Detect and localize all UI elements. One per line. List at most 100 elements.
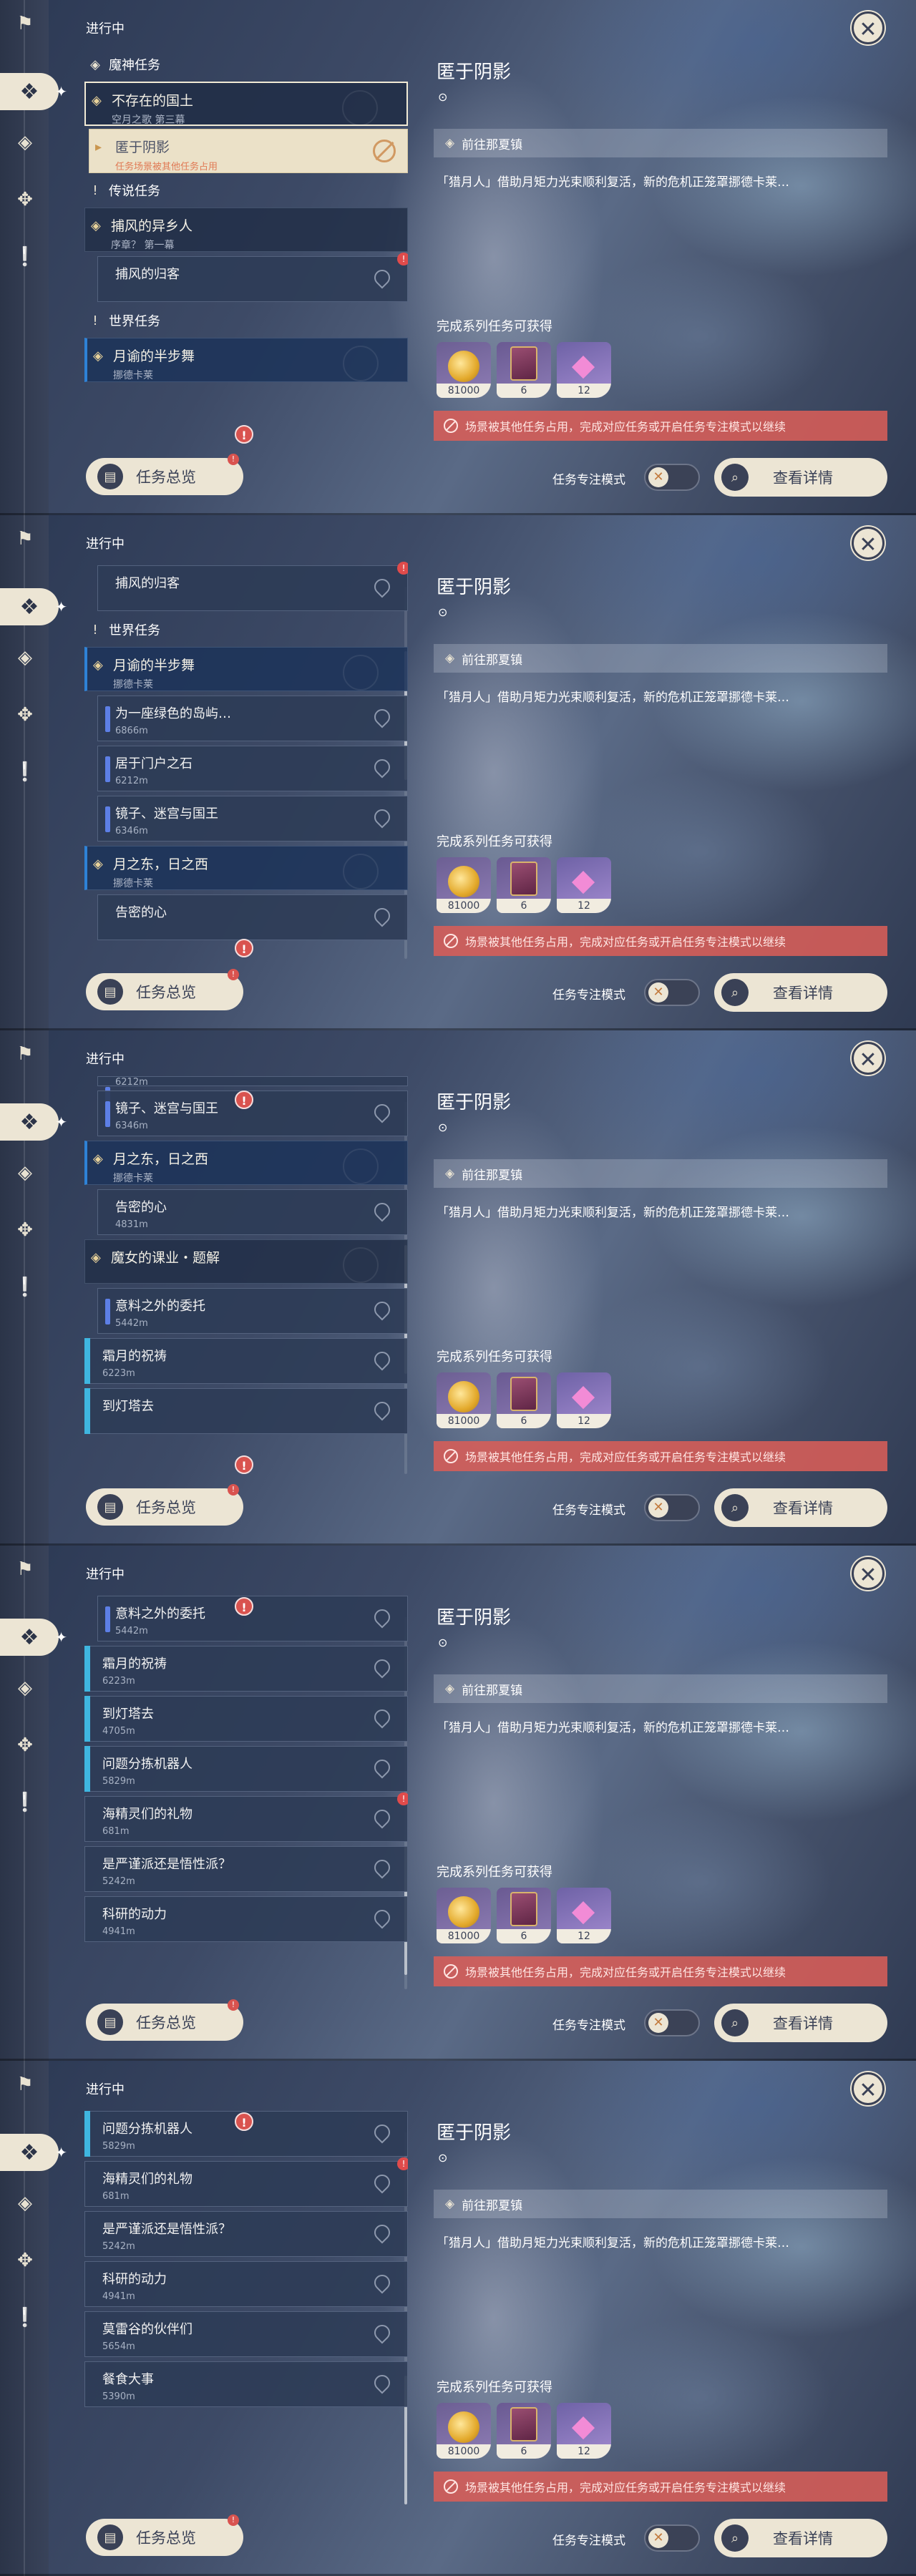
reward-item[interactable]: 6 — [497, 342, 551, 398]
world-quest-icon[interactable]: ❕ — [11, 1274, 39, 1301]
quest-list[interactable]: ◈ 魔神任务 ◈ 不存在的国土 空月之歌 第三幕 ▸ 匿于阴影 任务场景被其他任务占用 !… — [84, 50, 408, 451]
reward-item[interactable]: 81000 — [437, 1888, 491, 1943]
subquest-item[interactable]: 海精灵们的礼物 681m! — [84, 2157, 408, 2207]
archon-quest-icon[interactable]: ◈ — [11, 2190, 39, 2217]
subquest-item[interactable]: 莫雷谷的伙伴们 5654m — [84, 2311, 408, 2357]
quest-book-icon[interactable]: ⚑ — [11, 525, 39, 552]
subquest-item[interactable]: 告密的心 — [97, 894, 408, 940]
archon-quest-icon[interactable]: ◈ — [11, 1159, 39, 1186]
subquest-item[interactable]: 意料之外的委托 5442m — [97, 1288, 408, 1334]
archon-quest-icon[interactable]: ◈ — [11, 1674, 39, 1702]
quest-book-icon[interactable]: ⚑ — [11, 10, 39, 37]
subquest-item[interactable]: 霜月的祝祷 6223m — [84, 1646, 408, 1692]
subquest-item[interactable]: 霜月的祝祷 6223m — [84, 1338, 408, 1384]
focus-mode-label: 任务专注模式 — [552, 1503, 625, 1518]
quest-overview-button[interactable]: ▤ 任务总览! — [86, 2514, 243, 2556]
subquest-item[interactable]: 问题分拣机器人 5829m — [84, 1746, 408, 1792]
view-details-button[interactable]: ⌕ 查看详情 — [714, 1488, 887, 1527]
subquest-title: 捕风的归客 — [115, 576, 180, 591]
overview-icon: ▤ — [97, 2524, 123, 2550]
archon-quest-icon[interactable]: ◈ — [11, 644, 39, 671]
close-button[interactable]: ✕ — [852, 2072, 885, 2105]
subquest-item[interactable]: 告密的心 4831m — [97, 1189, 408, 1235]
view-details-button[interactable]: ⌕ 查看详情 — [714, 2519, 887, 2557]
subquest-item[interactable]: 到灯塔去 4705m — [84, 1696, 408, 1742]
subquest-item[interactable]: 为一座绿色的岛屿… 6866m — [97, 696, 408, 741]
close-button[interactable]: ✕ — [852, 1042, 885, 1075]
reward-item[interactable]: ◆ 12 — [557, 2403, 611, 2459]
story-quest-icon[interactable]: ✥ — [11, 186, 39, 213]
view-details-button[interactable]: ⌕ 查看详情 — [714, 2004, 887, 2042]
reward-item[interactable]: 6 — [497, 2403, 551, 2459]
subquest-item[interactable]: 居于门户之石 6212m — [97, 746, 408, 791]
all-quests-icon[interactable]: ❖ — [0, 1103, 67, 1141]
quest-item[interactable]: ◈ 捕风的异乡人 序章？ 第一幕 — [84, 208, 408, 252]
category-archon: ◈ 魔神任务 — [84, 50, 408, 79]
focus-mode-toggle[interactable]: ✕ — [644, 464, 700, 491]
world-quest-icon[interactable]: ❕ — [11, 758, 39, 786]
reward-item[interactable]: ◆ 12 — [557, 857, 611, 913]
quest-list[interactable]: 捕风的归客! ! 世界任务 ◈ 月谕的半步舞 挪德卡莱 为一座绿色的岛屿… 6866m … — [84, 561, 408, 962]
reward-item[interactable]: 6 — [497, 857, 551, 913]
world-quest-icon[interactable]: ❕ — [11, 1789, 39, 1816]
close-button[interactable]: ✕ — [852, 1557, 885, 1590]
view-details-button[interactable]: ⌕ 查看详情 — [714, 973, 887, 1012]
close-button[interactable]: ✕ — [852, 527, 885, 560]
subquest-item[interactable]: 镜子、迷宫与国王 6346m — [97, 796, 408, 841]
quest-item[interactable]: ◈ 魔女的课业・题解 — [84, 1239, 408, 1284]
subquest-item[interactable]: 到灯塔去 — [84, 1388, 408, 1434]
close-button[interactable]: ✕ — [852, 11, 885, 44]
story-quest-icon[interactable]: ✥ — [11, 1216, 39, 1244]
quest-overview-button[interactable]: ▤ 任务总览! — [86, 1484, 243, 1526]
quest-item[interactable]: ◈ 月之东，日之西 挪德卡莱 — [84, 846, 408, 890]
quest-book-icon[interactable]: ⚑ — [11, 2071, 39, 2098]
world-quest-icon[interactable]: ❕ — [11, 243, 39, 270]
quest-item[interactable]: ◈ 月谕的半步舞 挪德卡莱 — [84, 647, 408, 691]
focus-mode-toggle[interactable]: ✕ — [644, 2524, 700, 2552]
quest-list[interactable]: 意料之外的委托 5442m 霜月的祝祷 6223m 到灯塔去 4705m 问题分拣机器… — [84, 1591, 408, 1992]
subquest-item[interactable]: 海精灵们的礼物 681m! — [84, 1792, 408, 1842]
reward-item[interactable]: 81000 — [437, 1372, 491, 1428]
reward-item[interactable]: 6 — [497, 1888, 551, 1943]
focus-mode-toggle[interactable]: ✕ — [644, 979, 700, 1006]
reward-item[interactable]: 6 — [497, 1372, 551, 1428]
all-quests-icon[interactable]: ❖ — [0, 73, 67, 110]
reward-item[interactable]: ◆ 12 — [557, 1372, 611, 1428]
reward-item[interactable]: 81000 — [437, 857, 491, 913]
quest-item[interactable]: ◈ 月之东，日之西 挪德卡莱 — [84, 1141, 408, 1185]
quest-item[interactable]: ◈ 不存在的国土 空月之歌 第三幕 — [84, 82, 408, 126]
focus-mode-toggle[interactable]: ✕ — [644, 1494, 700, 1521]
story-quest-icon[interactable]: ✥ — [11, 1732, 39, 1759]
subquest-item[interactable]: 科研的动力 4941m — [84, 1896, 408, 1942]
all-quests-icon[interactable]: ❖ — [0, 1619, 67, 1656]
reward-item[interactable]: ◆ 12 — [557, 342, 611, 398]
quest-item-selected[interactable]: ▸ 匿于阴影 任务场景被其他任务占用 — [89, 129, 408, 173]
subquest-item[interactable]: 6212m — [97, 1076, 408, 1113]
archon-quest-icon[interactable]: ◈ — [11, 129, 39, 156]
subquest-item[interactable]: 捕风的归客! — [97, 562, 408, 611]
reward-item[interactable]: 81000 — [437, 2403, 491, 2459]
reward-item[interactable]: ◆ 12 — [557, 1888, 611, 1943]
subquest-item[interactable]: 餐食大事 5390m — [84, 2361, 408, 2407]
reward-item[interactable]: 81000 — [437, 342, 491, 398]
subquest-item[interactable]: 是严谨派还是悟性派？ 5242m — [84, 1846, 408, 1892]
emblem-icon — [343, 1148, 379, 1184]
view-details-button[interactable]: ⌕ 查看详情 — [714, 458, 887, 497]
quest-overview-button[interactable]: ▤ 任务总览! — [86, 1999, 243, 2041]
story-quest-icon[interactable]: ✥ — [11, 2247, 39, 2274]
all-quests-icon[interactable]: ❖ — [0, 588, 67, 625]
story-quest-icon[interactable]: ✥ — [11, 701, 39, 728]
subquest-item[interactable]: 是严谨派还是悟性派？ 5242m — [84, 2211, 408, 2257]
world-quest-icon[interactable]: ❕ — [11, 2304, 39, 2331]
quest-overview-button[interactable]: ▤ 任务总览! — [86, 969, 243, 1010]
subquest-item[interactable]: 捕风的归客! — [97, 253, 408, 302]
quest-overview-button[interactable]: ▤ 任务总览! — [86, 454, 243, 495]
quest-item[interactable]: ◈ 月谕的半步舞 挪德卡莱 — [84, 338, 408, 382]
quest-book-icon[interactable]: ⚑ — [11, 1556, 39, 1583]
quest-list[interactable]: 6212m 镜子、迷宫与国王 6346m ◈ 月之东，日之西 挪德卡莱 告密的心 483… — [84, 1076, 408, 1477]
quest-list[interactable]: 问题分拣机器人 5829m 海精灵们的礼物 681m! 是严谨派还是悟性派？ 5242… — [84, 2107, 408, 2507]
quest-book-icon[interactable]: ⚑ — [11, 1040, 39, 1068]
focus-mode-toggle[interactable]: ✕ — [644, 2009, 700, 2036]
all-quests-icon[interactable]: ❖ — [0, 2134, 67, 2171]
subquest-item[interactable]: 科研的动力 4941m — [84, 2261, 408, 2307]
